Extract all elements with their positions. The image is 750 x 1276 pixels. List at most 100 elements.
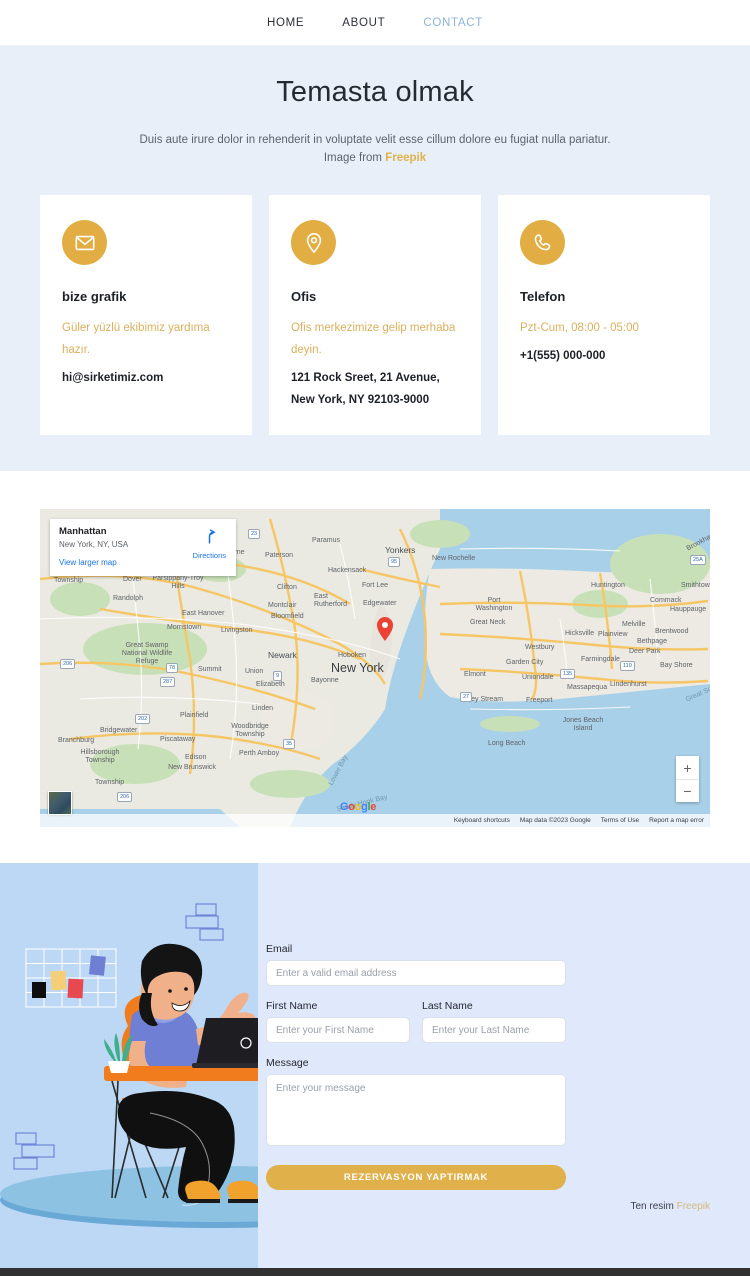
map-label: Hoboken	[338, 652, 367, 659]
last-name-label: Last Name	[422, 1000, 473, 1012]
map-label: Smithtown	[681, 582, 710, 589]
map-info-card[interactable]: Manhattan New York, NY, USA View larger …	[50, 519, 236, 576]
zoom-out-button[interactable]: −	[676, 779, 699, 802]
first-name-field[interactable]	[266, 1017, 410, 1043]
map-label: Huntington	[591, 582, 625, 589]
map-label: Piscataway	[160, 736, 196, 743]
map-label: Brentwood	[655, 628, 689, 635]
map-zoom-controls[interactable]: + −	[676, 756, 699, 802]
message-group: Message	[266, 1057, 566, 1151]
directions-button[interactable]: Directions	[193, 528, 226, 560]
map-label: Deer Park	[629, 648, 661, 655]
map-label: Summit	[198, 666, 222, 673]
map-label: Randolph	[113, 595, 143, 602]
map-label: New Brunswick	[168, 764, 216, 771]
last-name-group: Last Name	[422, 1000, 566, 1043]
directions-icon	[208, 529, 216, 544]
report-map-error-link[interactable]: Report a map error	[649, 817, 704, 824]
card-value: +1(555) 000-000	[520, 350, 606, 362]
credit-text: Ten resim	[630, 1201, 674, 1212]
map-label: Long Beach	[488, 740, 526, 747]
map-label: Westbury	[525, 644, 555, 651]
satellite-view-thumbnail[interactable]	[48, 791, 72, 815]
google-map[interactable]: New York Newark Yonkers Paramus New Roch…	[40, 509, 710, 827]
map-data-text: Map data ©2023 Google	[519, 817, 591, 824]
footer: Sample text. Click to select the Text El…	[0, 1268, 750, 1276]
map-label: Hauppauge	[670, 606, 707, 613]
submit-button[interactable]: REZERVASYON YAPTIRMAK	[266, 1165, 566, 1190]
name-row: First Name Last Name	[266, 1000, 566, 1043]
map-label: Jones Beach Island	[562, 717, 604, 732]
map-label: Edgewater	[363, 600, 397, 607]
map-label: Dover	[123, 576, 142, 583]
map-label-newark: Newark	[268, 650, 297, 660]
map-label: Livingston	[221, 627, 253, 634]
illustration-pane	[0, 863, 258, 1268]
envelope-icon	[62, 220, 107, 265]
map-label: Bridgewater	[100, 727, 138, 734]
contact-cards: bize grafik Güler yüzlü ekibimiz yardıma…	[0, 195, 750, 435]
map-label: Uniondale	[522, 674, 554, 681]
map-label: Clifton	[277, 584, 297, 591]
navbar: HOME ABOUT CONTACT	[0, 0, 750, 46]
card-value: 121 Rock Sreet, 21 Avenue,	[291, 372, 440, 384]
map-label-yonkers: Yonkers	[385, 545, 416, 555]
map-label: Commack	[650, 597, 682, 604]
card-value: hi@sirketimiz.com	[62, 372, 164, 384]
terms-of-use-link[interactable]: Terms of Use	[601, 817, 639, 824]
map-label: Melville	[622, 621, 646, 628]
credit-freepik-link[interactable]: Freepik	[677, 1201, 710, 1212]
map-label: East Hanover	[182, 610, 225, 617]
map-label: Union	[245, 668, 264, 675]
keyboard-shortcuts-link[interactable]: Keyboard shortcuts	[454, 817, 510, 824]
map-label: Plainview	[598, 631, 628, 638]
map-label: Bloomfield	[271, 613, 304, 620]
map-label: Bethpage	[637, 638, 667, 645]
map-label: Township	[95, 779, 125, 786]
message-label: Message	[266, 1057, 309, 1069]
map-label: Hillsborough Township	[80, 749, 120, 764]
hero-section: Temasta olmak Duis aute irure dolor in r…	[0, 46, 750, 471]
map-label: Linden	[252, 705, 274, 712]
map-label-new-york: New York	[331, 661, 384, 675]
card-note: Ofis merkezimize gelip merhaba deyin.	[291, 322, 456, 356]
nav-link-about[interactable]: ABOUT	[342, 17, 385, 29]
map-label: Farmingdale	[581, 656, 620, 663]
contact-card-phone[interactable]: Telefon Pzt-Cum, 08:00 - 05:00 +1(555) 0…	[498, 195, 710, 435]
first-name-group: First Name	[266, 1000, 410, 1043]
nav-link-home[interactable]: HOME	[267, 17, 304, 29]
map-label: Great Neck	[470, 619, 506, 626]
hero-freepik-link[interactable]: Freepik	[385, 152, 426, 164]
message-field[interactable]	[266, 1074, 566, 1146]
contact-card-email[interactable]: bize grafik Güler yüzlü ekibimiz yardıma…	[40, 195, 252, 435]
map-label: Hicksville	[565, 630, 595, 637]
contact-form: Email First Name Last Name Message REZER…	[266, 943, 566, 1190]
map-label: Parsippany-Troy Hills	[152, 575, 204, 590]
map-label: Plainfield	[180, 712, 209, 719]
map-label: Montclair	[268, 602, 297, 609]
map-label: Lindenhurst	[610, 681, 647, 688]
form-pane: Email First Name Last Name Message REZER…	[258, 863, 750, 1268]
map-label: Paramus	[312, 537, 341, 544]
card-title: Telefon	[520, 289, 566, 304]
first-name-label: First Name	[266, 1000, 318, 1012]
card-note: Güler yüzlü ekibimiz yardıma hazır.	[62, 322, 210, 356]
map-label: Elmont	[464, 671, 486, 678]
card-title: bize grafik	[62, 289, 127, 304]
map-label: Elizabeth	[256, 681, 285, 688]
last-name-field[interactable]	[422, 1017, 566, 1043]
map-label: Edison	[185, 754, 207, 761]
hero-subtitle: Duis aute irure dolor in rehenderit in v…	[135, 131, 615, 167]
contact-card-office[interactable]: Ofis Ofis merkezimize gelip merhaba deyi…	[269, 195, 481, 435]
map-label: Garden City	[506, 659, 544, 666]
email-label: Email	[266, 943, 293, 955]
email-field[interactable]	[266, 960, 566, 986]
map-label: Perth Amboy	[239, 750, 280, 757]
map-label: Woodbridge Township	[231, 723, 269, 738]
card-note: Pzt-Cum, 08:00 - 05:00	[520, 322, 639, 334]
map-label: Port Washington	[475, 597, 513, 612]
nav-link-contact[interactable]: CONTACT	[423, 17, 483, 29]
contact-form-section: Email First Name Last Name Message REZER…	[0, 863, 750, 1268]
map-pin-icon	[291, 220, 336, 265]
zoom-in-button[interactable]: +	[676, 756, 699, 779]
